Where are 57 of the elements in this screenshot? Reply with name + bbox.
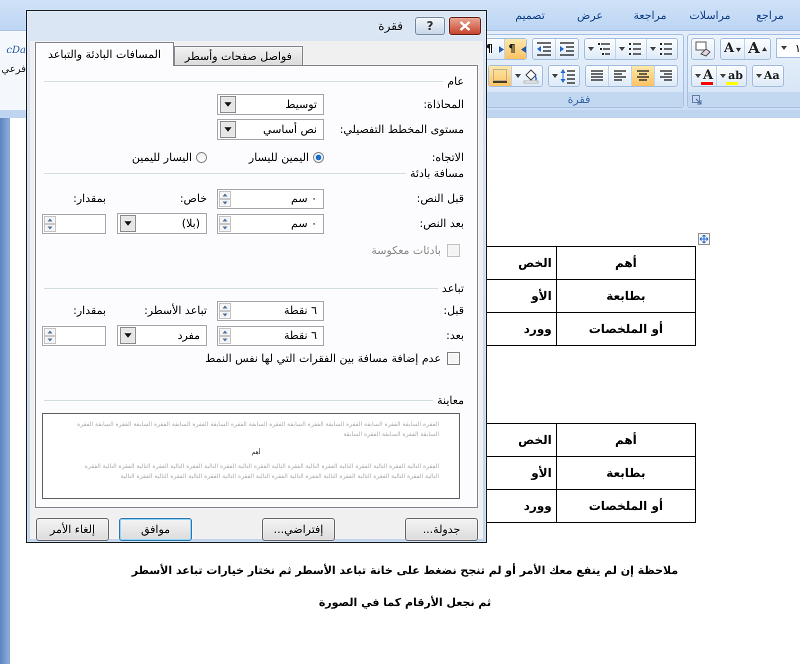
field-label: قبل النص: <box>416 192 464 205</box>
dropdown-field[interactable]: نص أساسي <box>217 119 324 140</box>
font-color-button[interactable]: A <box>692 66 716 86</box>
checkbox-label: بادئات معكوسة <box>371 244 441 256</box>
grow-font-button[interactable]: A <box>744 39 770 59</box>
ribbon-tab[interactable]: مراجعة <box>620 8 680 22</box>
field-label: تباعد الأسطر: <box>143 304 207 317</box>
help-button[interactable]: ? <box>415 17 445 35</box>
cancel-button[interactable]: إلغاء الأمر <box>36 518 109 541</box>
right-to-left-button[interactable]: ¶ <box>504 39 526 59</box>
dialog-tab[interactable]: المسافات البادئة والتباعد <box>35 42 174 66</box>
table-cell: بطابعة <box>556 456 696 490</box>
spin-field[interactable]: ٦ نقطة <box>217 300 324 320</box>
section-heading: تباعد <box>442 282 464 294</box>
dropdown-field[interactable]: (بلا) <box>117 213 207 234</box>
field-label: خاص: <box>178 192 207 205</box>
checkbox-label: عدم إضافة مسافة بين الفقرات التي لها نفس النمط <box>205 352 441 364</box>
ribbon-tab[interactable]: تصميم <box>500 8 560 22</box>
spin-field[interactable]: ٦ نقطة <box>217 326 324 346</box>
shrink-font-button[interactable]: A <box>721 39 744 59</box>
table-cell: بطابعة <box>556 280 696 312</box>
left-to-right-button[interactable]: ¶ <box>482 39 504 59</box>
radio-option[interactable]: اليمين لليسار <box>217 150 324 164</box>
note-text: ثم نجعل الأرقام كما في الصورة <box>318 595 492 611</box>
field-label: بمقدار: <box>72 304 106 317</box>
ribbon-tab[interactable]: مراجع <box>740 8 800 22</box>
table-cell: أو الملخصات <box>556 490 696 522</box>
font-size-field[interactable]: ١ <box>776 38 800 58</box>
spin-field[interactable]: ٠ سم <box>217 188 324 208</box>
ribbon-tab[interactable]: مراسلات <box>680 8 740 22</box>
dropdown-field[interactable]: توسيط <box>217 94 324 115</box>
field-label: المحاذاة: <box>422 98 464 111</box>
ok-button[interactable]: موافق <box>119 518 192 541</box>
spin-field[interactable]: ٠ سم <box>217 214 324 234</box>
dropdown-field[interactable]: مفرد <box>117 325 207 346</box>
default-button[interactable]: إفتراضي... <box>262 518 335 541</box>
note-text: ملاحظة إن لم ينفع معك الأمر أو لم تنجح نضغط على خانة تباعد الأسطر ثم نختار خيارات تباعد الأسطر <box>130 563 680 579</box>
tabs-button[interactable]: جدولة... <box>405 518 478 541</box>
group-label: فقرة <box>568 93 590 106</box>
highlight-button[interactable]: ab <box>716 66 746 86</box>
table-cell: أو الملخصات <box>556 312 696 346</box>
field-label: بمقدار: <box>72 192 106 205</box>
table-cell: أهم <box>556 424 696 456</box>
field-label: مستوى المخطط التفصيلي: <box>338 123 464 136</box>
field-label: بعد النص: <box>418 217 464 230</box>
radio-option[interactable]: اليسار لليمين <box>42 150 207 164</box>
section-heading: مسافة بادئة <box>410 166 464 180</box>
field-label: الاتجاه: <box>430 150 464 164</box>
change-case-button[interactable]: Aa <box>752 66 783 86</box>
ribbon-tab[interactable]: عرض <box>560 8 620 22</box>
field-label: بعد: <box>445 329 464 342</box>
table-cell: أهم <box>556 246 696 280</box>
field-label: قبل: <box>442 304 464 317</box>
dialog-title: فقرة <box>378 19 403 33</box>
section-heading: عام <box>447 74 464 88</box>
dialog-tab[interactable]: فواصل صفحات وأسطر <box>174 46 303 65</box>
section-heading: معاينة <box>437 394 464 406</box>
